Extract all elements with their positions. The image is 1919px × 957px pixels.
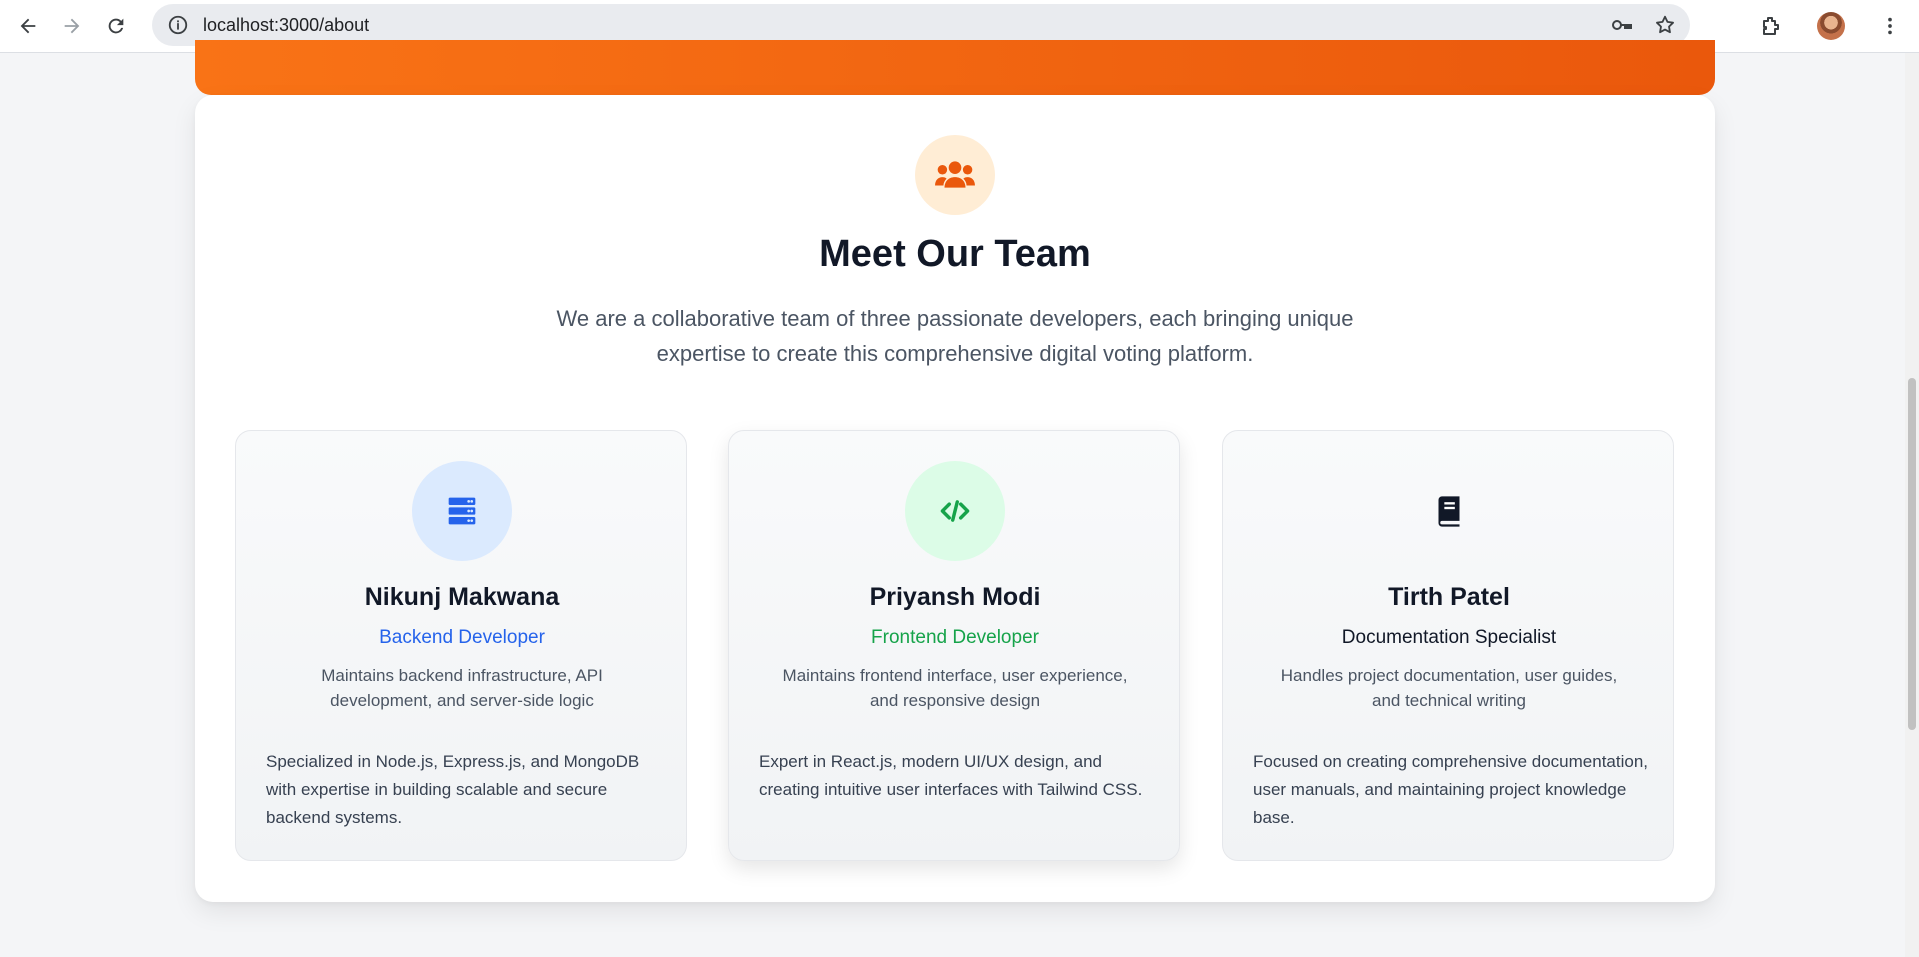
- reload-button[interactable]: [94, 4, 138, 48]
- member-detail: Expert in React.js, modern UI/UX design,…: [759, 752, 1143, 799]
- member-summary: Handles project documentation, user guid…: [1280, 666, 1618, 710]
- team-section: Meet Our Team We are a collaborative tea…: [195, 95, 1715, 902]
- member-card: Priyansh Modi Frontend Developer Maintai…: [728, 430, 1180, 861]
- site-info-icon[interactable]: [167, 14, 189, 36]
- code-icon: [940, 500, 970, 522]
- member-name: Nikunj Makwana: [364, 583, 560, 611]
- team-users-icon: [915, 135, 995, 215]
- member-avatar: [412, 461, 512, 561]
- member-name: Tirth Patel: [1388, 583, 1510, 611]
- team-description: We are a collaborative team of three pas…: [556, 306, 1354, 366]
- member-detail: Specialized in Node.js, Express.js, and …: [266, 752, 640, 827]
- book-icon: [1438, 495, 1460, 527]
- member-detail: Focused on creating comprehensive docume…: [1253, 752, 1649, 827]
- member-role: Frontend Developer: [871, 627, 1039, 648]
- arrow-left-icon: [20, 18, 36, 34]
- member-card: Tirth Patel Documentation Specialist Han…: [1222, 430, 1674, 861]
- forward-button[interactable]: [50, 4, 94, 48]
- arrow-right-icon: [64, 18, 80, 34]
- scrollbar-thumb[interactable]: [1908, 378, 1916, 730]
- member-name: Priyansh Modi: [869, 583, 1041, 611]
- reload-icon: [108, 18, 124, 34]
- hero-banner-bottom: [195, 40, 1715, 95]
- password-key-icon[interactable]: [1610, 13, 1634, 37]
- back-button[interactable]: [6, 4, 50, 48]
- member-avatar: [1399, 461, 1499, 561]
- member-avatar: [905, 461, 1005, 561]
- member-summary: Maintains backend infrastructure, API de…: [321, 666, 603, 710]
- server-icon: [448, 497, 476, 525]
- bookmark-star-icon[interactable]: [1654, 14, 1676, 36]
- profile-avatar[interactable]: [1817, 12, 1845, 40]
- member-role: Backend Developer: [379, 627, 545, 648]
- page-scrollbar[interactable]: [1905, 53, 1919, 957]
- menu-kebab-icon[interactable]: [1879, 15, 1901, 37]
- url-text[interactable]: localhost:3000/about: [203, 15, 369, 36]
- member-card: Nikunj Makwana Backend Developer Maintai…: [235, 430, 687, 861]
- member-role: Documentation Specialist: [1341, 627, 1557, 648]
- member-summary: Maintains frontend interface, user exper…: [782, 666, 1128, 710]
- extensions-puzzle-icon[interactable]: [1759, 14, 1783, 38]
- page-title: Meet Our Team: [819, 233, 1091, 275]
